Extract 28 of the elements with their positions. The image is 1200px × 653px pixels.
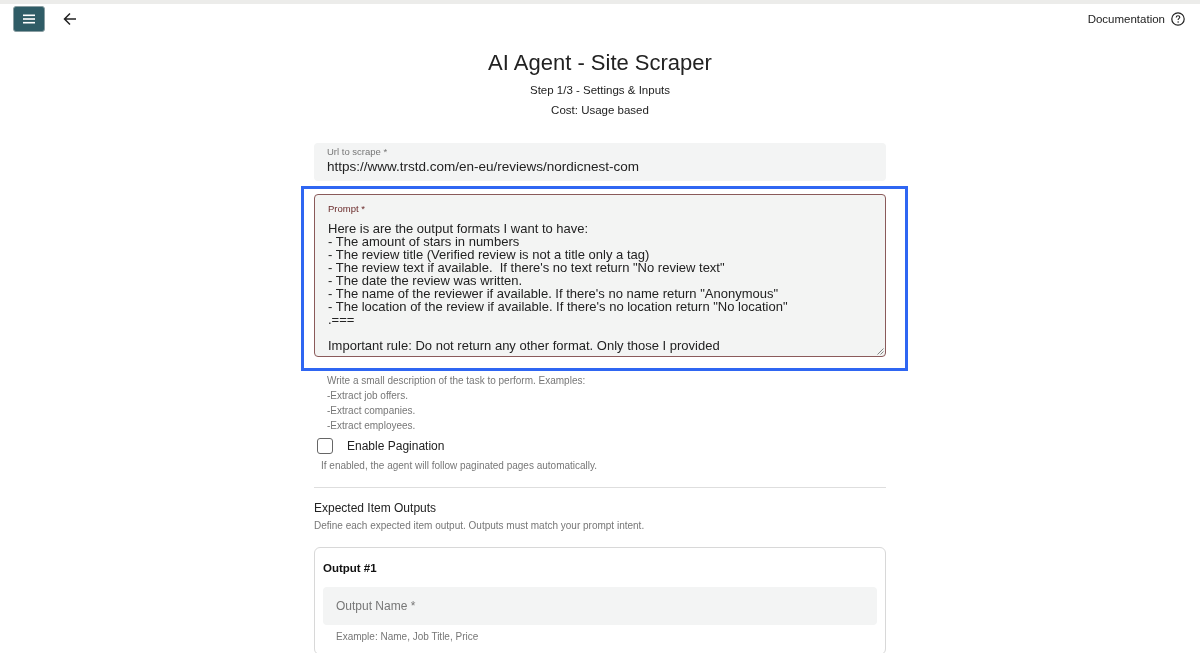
prompt-text: Here is are the output formats I want to have: - The amount of stars in numbers - The review title (Verified review is not a title only a tag) - The review text if available. If there's no text return "No review text" - The date the review was written. - The name of the reviewer if available. If there's no name return "Anonymous" - The location of the review if available. If there's no location return "No location" .=== Important rule: Do not return any other format. Only those I provided	[328, 222, 788, 352]
menu-button[interactable]	[13, 6, 45, 32]
menu-icon	[23, 14, 35, 24]
section-title: Expected Item Outputs	[314, 500, 437, 516]
helper-text: Write a small description of the task to perform. Examples:	[327, 374, 586, 388]
section-description: Define each expected item output. Outputs must match your prompt intent.	[314, 519, 645, 533]
helper-text: -Extract employees.	[327, 419, 416, 433]
card-title: Output #1	[323, 561, 377, 576]
step-text: Step 1/3 - Settings & Inputs	[530, 83, 670, 98]
helper-text: -Extract job offers.	[327, 389, 408, 403]
page-title: AI Agent - Site Scraper	[488, 49, 712, 77]
help-icon[interactable]	[1171, 12, 1185, 26]
resize-handle-icon[interactable]	[877, 348, 884, 355]
url-field[interactable]: Url to scrape * https://www.trstd.com/en-eu/reviews/nordicnest-com	[314, 143, 886, 181]
documentation-link[interactable]: Documentation	[1087, 13, 1165, 25]
back-arrow-icon[interactable]	[63, 12, 77, 26]
field-placeholder: Output Name *	[336, 599, 416, 613]
pagination-checkbox[interactable]	[317, 438, 333, 454]
field-label: Prompt *	[328, 203, 365, 215]
field-label: Url to scrape *	[327, 146, 388, 158]
field-value: https://www.trstd.com/en-eu/reviews/nordicnest-com	[327, 158, 640, 176]
prompt-field[interactable]	[314, 194, 886, 357]
checkbox-label: Enable Pagination	[347, 438, 445, 454]
helper-text: If enabled, the agent will follow paginated pages automatically.	[320, 459, 598, 473]
cost-text: Cost: Usage based	[551, 103, 649, 118]
output-name-field[interactable]: Output Name *	[323, 587, 877, 625]
helper-text: Example: Name, Job Title, Price	[335, 630, 479, 644]
helper-text: -Extract companies.	[327, 404, 416, 418]
